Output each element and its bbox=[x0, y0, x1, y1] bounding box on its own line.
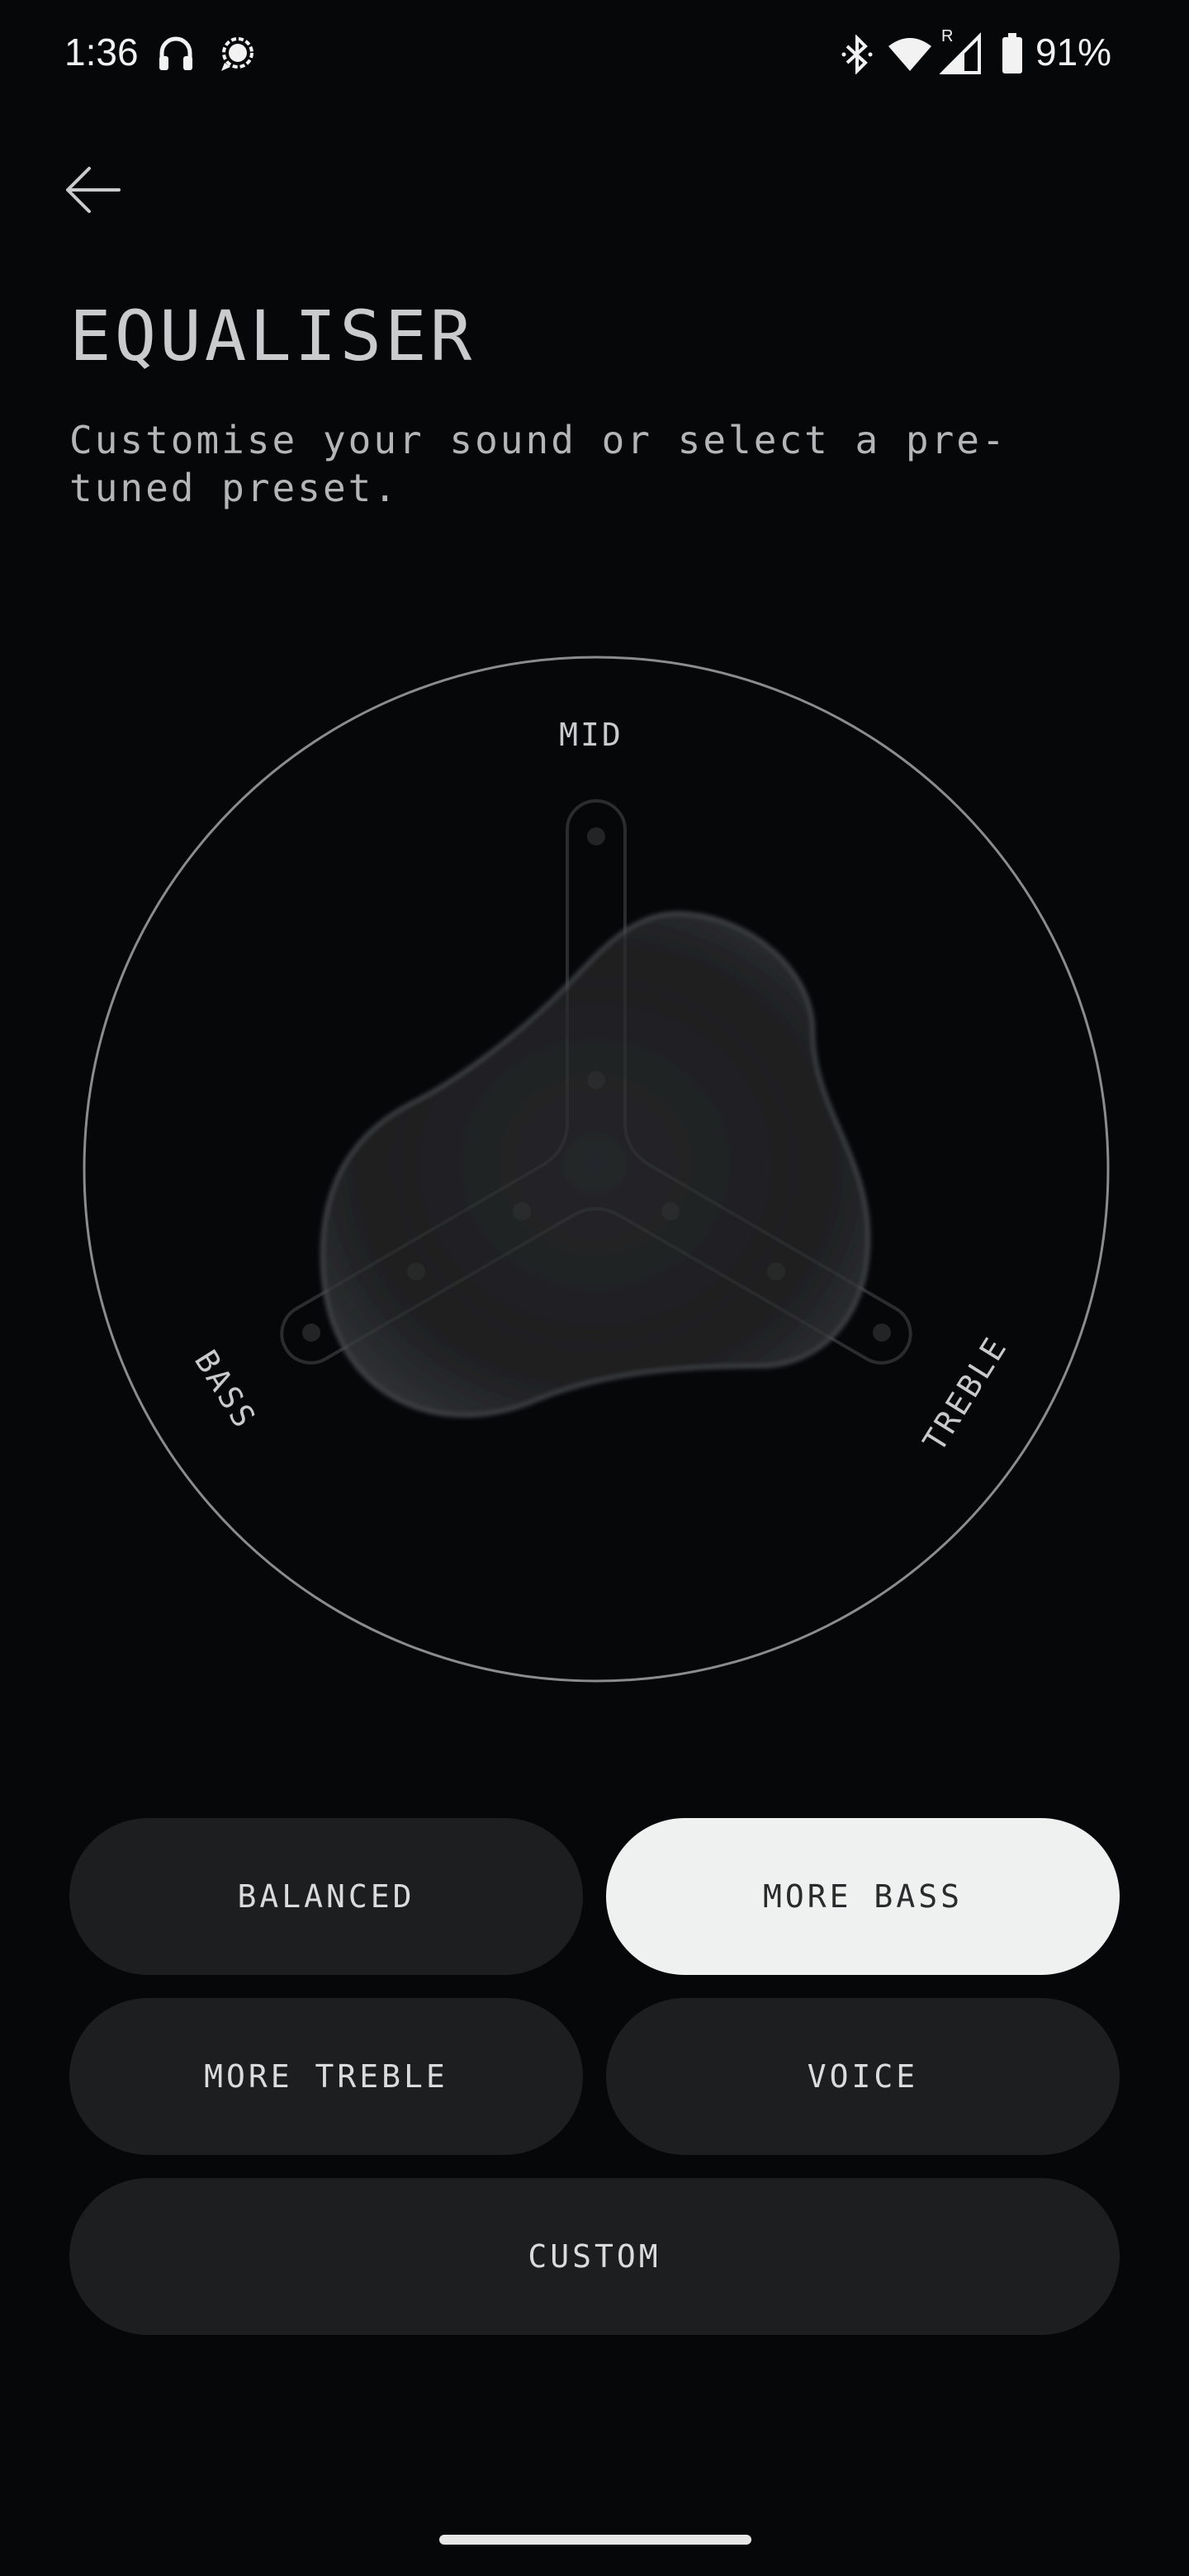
arrow-left-icon bbox=[61, 159, 124, 225]
headphones-icon bbox=[155, 33, 197, 78]
preset-balanced-button[interactable]: BALANCED bbox=[69, 1818, 583, 1975]
battery-percentage: 91% bbox=[1035, 31, 1112, 73]
bluetooth-icon bbox=[841, 34, 874, 78]
equaliser-blob bbox=[320, 912, 870, 1417]
battery-icon bbox=[1001, 33, 1024, 78]
home-indicator[interactable] bbox=[439, 2535, 751, 2545]
preset-custom-button[interactable]: CUSTOM bbox=[69, 2178, 1120, 2335]
svg-text:R: R bbox=[941, 27, 953, 45]
chat-bubble-icon bbox=[216, 33, 258, 78]
equaliser-canvas[interactable]: MID BASS TREBLE bbox=[0, 636, 1189, 1709]
status-bar: 1:36 R 91% bbox=[0, 0, 1189, 107]
equaliser-graphic[interactable]: MID BASS TREBLE bbox=[0, 636, 1189, 1709]
preset-more-treble-button[interactable]: MORE TREBLE bbox=[69, 1998, 583, 2155]
bass-axis-label: BASS bbox=[187, 1344, 263, 1436]
page-subtitle: Customise your sound or select a pre-tun… bbox=[69, 418, 1007, 510]
preset-more-bass-button[interactable]: MORE BASS bbox=[606, 1818, 1120, 1975]
wifi-icon bbox=[887, 36, 933, 76]
back-button[interactable] bbox=[50, 149, 135, 234]
preset-voice-button[interactable]: VOICE bbox=[606, 1998, 1120, 2155]
page-title: EQUALISER bbox=[69, 296, 476, 376]
mid-axis-label: MID bbox=[559, 717, 623, 753]
cellular-roaming-icon: R bbox=[939, 25, 986, 79]
status-time: 1:36 bbox=[64, 31, 139, 73]
treble-axis-label: TREBLE bbox=[916, 1330, 1015, 1458]
